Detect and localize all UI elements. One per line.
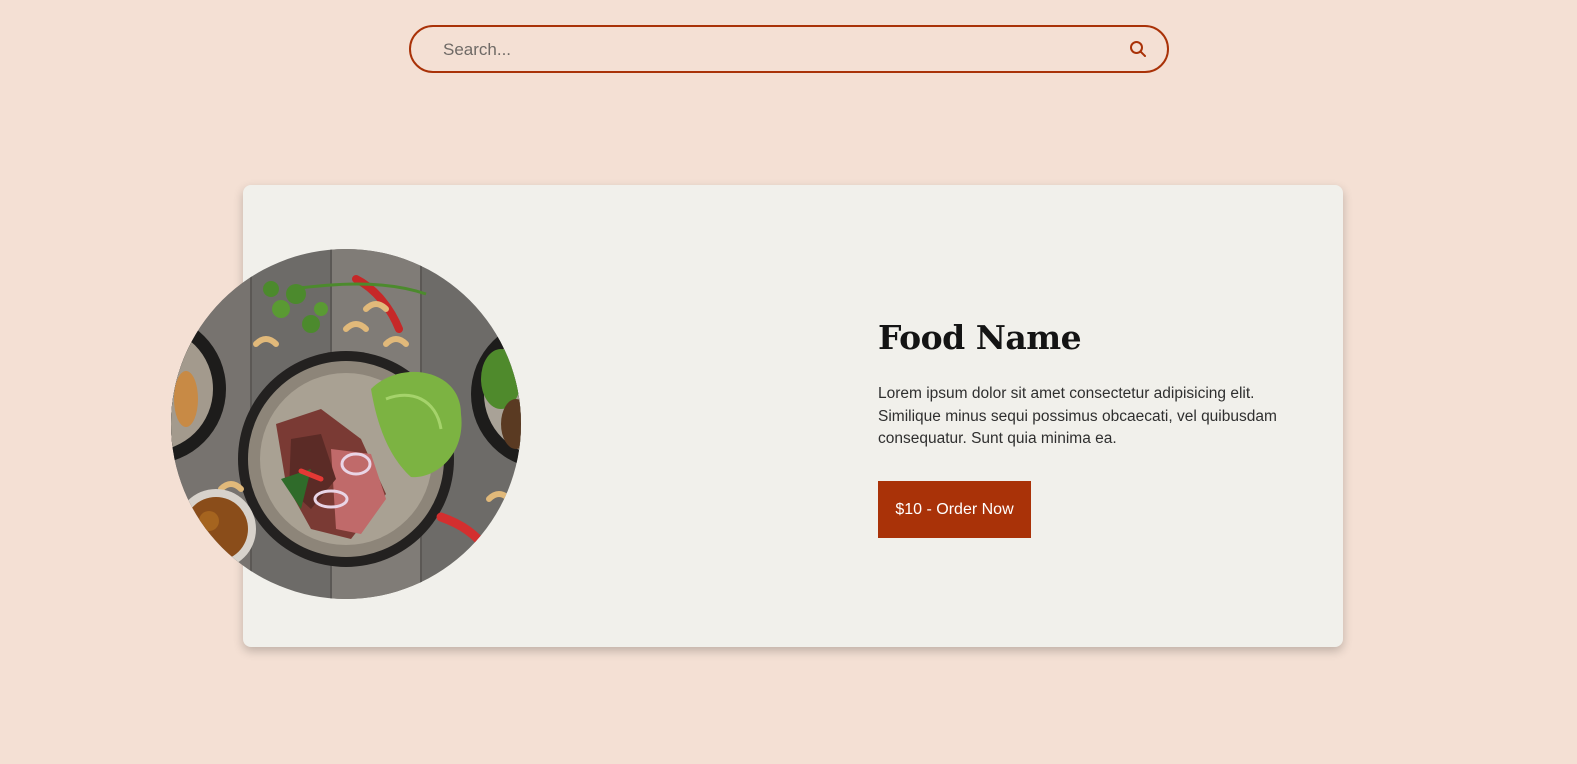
- search-icon[interactable]: [1129, 40, 1147, 58]
- food-description: Lorem ipsum dolor sit amet consectetur a…: [878, 385, 1277, 447]
- food-image: [171, 249, 521, 599]
- search-bar: [409, 25, 1169, 73]
- search-input[interactable]: [441, 27, 1105, 73]
- food-content: Food Name Lorem ipsum dolor sit amet con…: [878, 318, 1308, 451]
- food-title: Food Name: [878, 318, 1082, 357]
- order-now-button[interactable]: $10 - Order Now: [878, 481, 1031, 538]
